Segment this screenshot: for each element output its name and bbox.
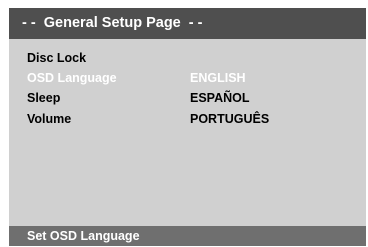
page-title: - - General Setup Page - - [9, 8, 366, 39]
menu-item-volume[interactable]: Volume [27, 112, 71, 126]
status-bar: Set OSD Language [9, 226, 366, 246]
option-espanol[interactable]: ESPAÑOL [190, 91, 250, 105]
menu-item-sleep[interactable]: Sleep [27, 91, 60, 105]
option-portugues[interactable]: PORTUGUÊS [190, 112, 269, 126]
setup-screen: - - General Setup Page - - Disc Lock OSD… [9, 8, 366, 246]
option-english[interactable]: ENGLISH [190, 71, 246, 85]
menu-item-disc-lock[interactable]: Disc Lock [27, 51, 86, 65]
menu-item-osd-language[interactable]: OSD Language [27, 71, 117, 85]
